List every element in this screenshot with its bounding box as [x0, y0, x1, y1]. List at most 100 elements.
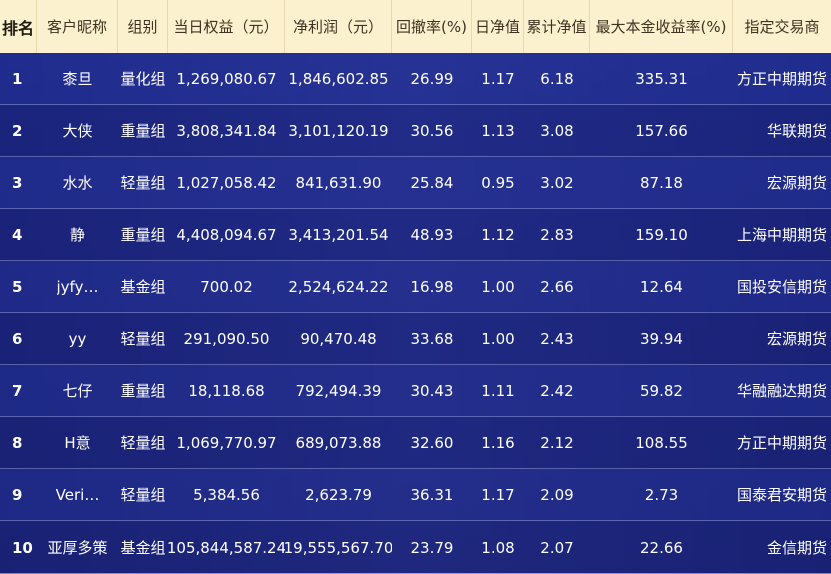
row-group: 基金组	[120, 278, 166, 296]
row-profit: 19,555,567.70	[285, 538, 392, 557]
row-cum-nav: 2.07	[540, 538, 574, 557]
row-equity: 1,069,770.97	[176, 433, 277, 452]
table-row: 5 jyfy… 基金组 700.02 2,524,624.22 16.98 1.…	[0, 261, 831, 313]
row-profit: 1,846,602.85	[288, 69, 389, 88]
row-cum-nav: 2.43	[540, 329, 574, 348]
row-max-return: 335.31	[635, 69, 688, 88]
row-name-text: 七仔	[62, 382, 93, 400]
table-row: 10 亚厚多策 基金组 105,844,587.24 19,555,567.70…	[0, 521, 831, 574]
row-name: 大侠	[37, 105, 118, 156]
row-rank: 4	[12, 225, 23, 244]
header-daily-nav: 日净值	[472, 0, 524, 53]
row-rank: 10	[12, 538, 33, 557]
row-broker: 华联期货	[766, 122, 827, 140]
row-cum-nav: 2.12	[540, 433, 574, 452]
row-cum-nav: 2.66	[540, 277, 574, 296]
row-group: 轻量组	[120, 434, 166, 452]
row-daily-nav: 1.00	[481, 329, 515, 348]
header-nickname: 客户昵称	[37, 0, 118, 53]
row-broker: 方正中期期货	[736, 434, 827, 452]
row-equity: 105,844,587.24	[168, 538, 285, 557]
row-name-text: 静	[69, 226, 85, 244]
row-daily-nav: 1.12	[481, 225, 515, 244]
header-max-return: 最大本金收益率(%)	[590, 0, 733, 53]
row-rank: 5	[12, 277, 23, 296]
row-name: jyfy…	[37, 261, 118, 312]
row-name-text: 桼旦	[62, 70, 93, 88]
row-name-text: H意	[64, 434, 91, 452]
row-broker: 宏源期货	[766, 330, 827, 348]
row-rank: 3	[12, 173, 23, 192]
row-drawdown: 16.98	[410, 277, 454, 296]
row-profit: 792,494.39	[295, 381, 382, 400]
table-row: 6 yy 轻量组 291,090.50 90,470.48 33.68 1.00…	[0, 313, 831, 365]
row-rank: 2	[12, 121, 23, 140]
row-drawdown: 30.43	[410, 381, 454, 400]
row-equity: 18,118.68	[188, 381, 265, 400]
row-cum-nav: 3.08	[540, 121, 574, 140]
row-profit: 689,073.88	[295, 433, 382, 452]
row-max-return: 22.66	[640, 538, 683, 557]
table-row: 9 Veri… 轻量组 5,384.56 2,623.79 36.31 1.17…	[0, 469, 831, 521]
row-max-return: 108.55	[635, 433, 688, 452]
row-broker: 上海中期期货	[736, 226, 827, 244]
row-equity: 1,027,058.42	[176, 173, 277, 192]
row-cum-nav: 2.42	[540, 381, 574, 400]
row-equity: 4,408,094.67	[176, 225, 277, 244]
row-group: 重量组	[120, 122, 166, 140]
row-broker: 方正中期期货	[736, 70, 827, 88]
row-equity: 700.02	[200, 277, 253, 296]
row-daily-nav: 1.13	[481, 121, 515, 140]
table-body: 1 桼旦 量化组 1,269,080.67 1,846,602.85 26.99…	[0, 53, 831, 574]
row-rank: 6	[12, 329, 23, 348]
row-name: 桼旦	[37, 53, 118, 104]
table-row: 2 大侠 重量组 3,808,341.84 3,101,120.19 30.56…	[0, 105, 831, 157]
row-daily-nav: 1.11	[481, 381, 515, 400]
row-drawdown: 25.84	[410, 173, 454, 192]
row-equity: 5,384.56	[193, 485, 260, 504]
row-group: 重量组	[120, 382, 166, 400]
row-max-return: 2.73	[644, 485, 679, 504]
row-name: 七仔	[37, 365, 118, 416]
row-name-text: yy	[68, 329, 87, 348]
row-max-return: 59.82	[640, 381, 683, 400]
row-max-return: 159.10	[635, 225, 688, 244]
row-group: 重量组	[120, 226, 166, 244]
row-cum-nav: 2.83	[540, 225, 574, 244]
row-max-return: 39.94	[640, 329, 683, 348]
row-daily-nav: 0.95	[481, 173, 515, 192]
row-name: 水水	[37, 157, 118, 208]
row-group: 轻量组	[120, 330, 166, 348]
row-rank: 1	[12, 69, 23, 88]
row-rank: 8	[12, 433, 23, 452]
row-broker: 华融融达期货	[736, 382, 827, 400]
row-drawdown: 36.31	[410, 485, 454, 504]
row-profit: 841,631.90	[295, 173, 382, 192]
row-drawdown: 48.93	[410, 225, 454, 244]
row-max-return: 157.66	[635, 121, 688, 140]
table-row: 1 桼旦 量化组 1,269,080.67 1,846,602.85 26.99…	[0, 53, 831, 105]
row-drawdown: 32.60	[410, 433, 454, 452]
row-daily-nav: 1.17	[481, 485, 515, 504]
row-broker: 国投安信期货	[736, 278, 827, 296]
row-broker: 金信期货	[766, 539, 827, 557]
row-name-text: 水水	[62, 174, 93, 192]
row-equity: 291,090.50	[183, 329, 270, 348]
header-cum-nav: 累计净值	[524, 0, 590, 53]
row-profit: 3,413,201.54	[288, 225, 389, 244]
row-max-return: 87.18	[640, 173, 683, 192]
row-group: 基金组	[120, 539, 166, 557]
row-profit: 3,101,120.19	[288, 121, 389, 140]
header-group: 组别	[118, 0, 168, 53]
row-name: 亚厚多策	[37, 521, 118, 574]
header-profit: 净利润（元）	[285, 0, 392, 53]
header-equity: 当日权益（元）	[168, 0, 285, 53]
row-profit: 90,470.48	[300, 329, 377, 348]
row-group: 量化组	[120, 70, 166, 88]
row-daily-nav: 1.16	[481, 433, 515, 452]
row-drawdown: 26.99	[410, 69, 454, 88]
row-name-text: jyfy…	[56, 277, 99, 296]
table-header: 排名 客户昵称 组别 当日权益（元） 净利润（元） 回撤率(%) 日净值 累计净…	[0, 0, 831, 53]
row-drawdown: 33.68	[410, 329, 454, 348]
row-group: 轻量组	[120, 486, 166, 504]
